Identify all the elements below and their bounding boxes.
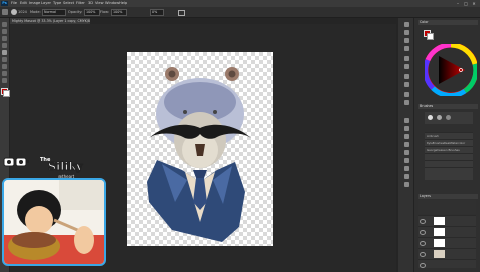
brush-tip-icon-1[interactable] <box>428 115 433 120</box>
character-panel-icon[interactable] <box>404 92 409 97</box>
brush-folder-2[interactable]: KyleBrushesRealWatercolor <box>425 139 473 146</box>
brush-tip-icon[interactable] <box>11 9 17 15</box>
minimize-button[interactable]: – <box>454 1 462 6</box>
menu-filter[interactable]: Filter <box>76 1 85 6</box>
color-wheel-graphic <box>423 42 479 98</box>
glyphs-panel-icon[interactable] <box>404 174 409 179</box>
mode-select[interactable]: Normal <box>42 9 66 16</box>
layer-row[interactable] <box>418 226 476 237</box>
brush-size-value: 1024 <box>18 10 27 14</box>
move-tool-icon[interactable] <box>2 22 7 27</box>
layers-filter-bar[interactable] <box>418 200 476 214</box>
eye-icon[interactable] <box>420 263 426 268</box>
brush-tip-icon-2[interactable] <box>437 115 442 120</box>
paths-panel-icon[interactable] <box>404 74 409 79</box>
info-panel-icon[interactable] <box>404 46 409 51</box>
channels-panel-icon[interactable] <box>404 82 409 87</box>
menu-bar: Ps File Edit Image Layer Type Select Fil… <box>0 0 480 7</box>
webcam-overlay <box>2 178 106 266</box>
brush-settings-panel-icon[interactable] <box>404 118 409 123</box>
eye-icon[interactable] <box>420 252 426 257</box>
eye-icon[interactable] <box>420 241 426 246</box>
photoshop-logo-icon: Ps <box>1 1 8 6</box>
layer-thumbnail <box>434 250 445 258</box>
layer-thumbnail <box>434 239 445 247</box>
pressure-icon[interactable] <box>178 10 185 16</box>
menu-help[interactable]: Help <box>119 1 127 6</box>
layer-thumbnail <box>434 217 445 225</box>
brush-item-4[interactable] <box>425 153 473 160</box>
tool-presets-panel-icon[interactable] <box>404 134 409 139</box>
brush-item-5[interactable] <box>425 160 473 167</box>
marquee-tool-icon[interactable] <box>2 29 7 34</box>
layer-thumbnail <box>434 228 445 236</box>
brush-folder-3[interactable]: Georgeheaven Brushes <box>425 146 473 153</box>
logo-text-main: Siliky <box>48 160 83 174</box>
brush-tool-icon[interactable] <box>2 50 7 55</box>
3d-panel-icon[interactable] <box>404 182 409 187</box>
brush-item-6[interactable] <box>425 167 473 180</box>
type-tool-icon[interactable] <box>2 64 7 69</box>
properties-panel-icon[interactable] <box>404 30 409 35</box>
window-controls: – □ ✕ <box>454 1 478 6</box>
layer-row[interactable] <box>418 237 476 248</box>
close-button[interactable]: ✕ <box>470 1 478 6</box>
hand-tool-icon[interactable] <box>2 71 7 76</box>
color-bg-swatch[interactable] <box>427 33 434 40</box>
lasso-tool-icon[interactable] <box>2 36 7 41</box>
brush-tip-presets[interactable] <box>425 112 473 124</box>
menu-file[interactable]: File <box>11 1 17 6</box>
webcam-image <box>4 180 104 264</box>
menu-edit[interactable]: Edit <box>20 1 27 6</box>
color-wheel[interactable] <box>423 42 479 98</box>
eraser-tool-icon[interactable] <box>2 57 7 62</box>
zoom-tool-icon[interactable] <box>2 78 7 83</box>
mascot-illustration <box>147 67 251 242</box>
paragraph-panel-icon[interactable] <box>404 100 409 105</box>
layer-row[interactable] <box>418 248 476 259</box>
maximize-button[interactable]: □ <box>462 1 470 6</box>
opacity-input[interactable]: 100% <box>84 9 100 16</box>
eye-icon[interactable] <box>420 230 426 235</box>
brush-tip-icon-3[interactable] <box>446 115 451 120</box>
menu-window[interactable]: Window <box>105 1 119 6</box>
layer-row[interactable] <box>418 215 476 226</box>
libraries-panel-icon[interactable] <box>404 166 409 171</box>
menu-type[interactable]: Type <box>53 1 61 6</box>
color-panel-header[interactable]: Color <box>418 20 478 25</box>
brush-folder-1[interactable]: Airbrush <box>425 132 473 139</box>
options-bar: 1024 Mode: Normal Opacity: 100% Flow: 10… <box>0 7 480 18</box>
opacity-label: Opacity: <box>68 10 83 14</box>
notes-panel-icon[interactable] <box>404 150 409 155</box>
styles-panel-icon[interactable] <box>404 64 409 69</box>
background-color-swatch[interactable] <box>3 90 10 97</box>
menu-3d[interactable]: 3D <box>88 1 93 6</box>
menu-view[interactable]: View <box>95 1 104 6</box>
layers-panel-header[interactable]: Layers <box>418 194 478 199</box>
menu-layer[interactable]: Layer <box>41 1 51 6</box>
brushes-panel-header[interactable]: Brushes <box>418 104 478 109</box>
actions-panel-icon[interactable] <box>404 142 409 147</box>
menu-image[interactable]: Image <box>29 1 40 6</box>
eye-icon[interactable] <box>420 219 426 224</box>
layer-row[interactable] <box>418 259 476 268</box>
menu-select[interactable]: Select <box>63 1 74 6</box>
artboard[interactable] <box>127 52 273 246</box>
clone-source-panel-icon[interactable] <box>404 126 409 131</box>
brush-preset-icon[interactable] <box>2 9 8 15</box>
flow-input[interactable]: 100% <box>111 9 127 16</box>
timeline-panel-icon[interactable] <box>404 158 409 163</box>
flow-label: Flow: <box>100 10 109 14</box>
swatches-panel-icon[interactable] <box>404 56 409 61</box>
crop-tool-icon[interactable] <box>2 43 7 48</box>
adjustments-panel-icon[interactable] <box>404 38 409 43</box>
history-panel-icon[interactable] <box>404 22 409 27</box>
smoothing-input[interactable]: 0% <box>150 9 164 16</box>
mode-label: Mode: <box>30 10 41 14</box>
